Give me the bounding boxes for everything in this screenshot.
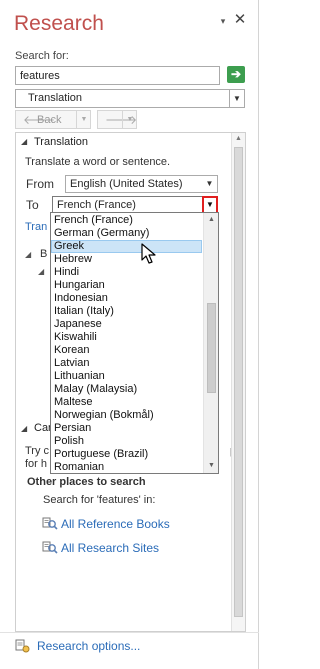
research-source-value: Translation [28,92,83,104]
scroll-up-icon[interactable]: ▲ [204,213,218,227]
language-option[interactable]: Maltese [51,396,202,409]
try-text: Try c [25,445,50,457]
language-option[interactable]: Korean [51,344,202,357]
results-scrollbar[interactable]: ▲ [231,133,245,631]
scroll-down-icon[interactable]: ▼ [204,459,218,473]
search-for-label: Search for 'features' in: [43,494,156,506]
language-option[interactable]: Polish [51,435,202,448]
forward-dropdown-icon[interactable]: ▼ [122,111,137,128]
pane-options-icon[interactable]: ▾ [218,16,228,26]
navigation-bar: 🡐 Back ▼ 🡒 ▼ [15,110,245,130]
collapse-triangle-icon[interactable]: ◢ [38,267,44,276]
language-option[interactable]: Indonesian [51,292,202,305]
research-source-select[interactable]: Translation ▼ [15,89,245,108]
research-options-link[interactable]: Research options... [37,639,140,653]
other-places-heading: Other places to search [27,476,146,488]
divider [0,632,259,633]
scrollbar-thumb[interactable] [234,147,243,617]
language-option[interactable]: Portuguese (Brazil) [51,448,202,461]
close-icon[interactable]: ✕ [233,12,247,27]
collapse-triangle-icon[interactable]: ◢ [21,137,27,146]
language-option[interactable]: Hebrew [51,253,202,266]
pane-title: Research [14,12,104,35]
language-option[interactable]: Persian [51,422,202,435]
translation-options-link[interactable]: Tran [25,221,47,233]
back-button[interactable]: 🡐 Back ▼ [15,110,91,129]
scroll-up-icon[interactable]: ▲ [232,133,245,145]
language-option[interactable]: French (France) [51,214,202,227]
search-input[interactable] [15,66,220,85]
research-search-icon [42,541,58,554]
back-label: Back [37,114,62,126]
back-dropdown-icon[interactable]: ▼ [76,111,91,128]
try-text-line2: for h [25,458,48,470]
dropdown-scrollbar[interactable]: ▲ ▼ [203,213,218,473]
chevron-down-icon[interactable]: ▼ [229,90,244,107]
to-language-value: French (France) [57,199,136,211]
translation-section-title[interactable]: Translation [34,136,88,148]
forward-button[interactable]: 🡒 ▼ [97,110,137,129]
language-option[interactable]: Italian (Italy) [51,305,202,318]
language-option[interactable]: Latvian [51,357,202,370]
translation-description: Translate a word or sentence. [25,156,171,168]
bilingual-dictionary-label: B [40,248,48,260]
research-options-icon [15,639,30,653]
all-research-sites-link[interactable]: All Research Sites [61,541,159,555]
language-option[interactable]: Greek [51,240,202,253]
search-label: Search for: [15,50,69,62]
language-dropdown-list[interactable]: French (France) German (Germany) Greek Hebr… [50,212,219,474]
chevron-down-icon[interactable]: ▼ [202,176,217,192]
collapse-triangle-icon[interactable]: ◢ [21,424,27,433]
from-label: From [26,177,54,191]
from-language-value: English (United States) [70,178,183,190]
language-option[interactable]: Norwegian (Bokmål) [51,409,202,422]
research-search-icon [42,517,58,530]
to-label: To [26,198,39,212]
language-option[interactable]: Japanese [51,318,202,331]
language-option[interactable]: Romanian [51,461,202,473]
language-option[interactable]: Hindi [51,266,202,279]
language-option[interactable]: Hungarian [51,279,202,292]
scrollbar-thumb[interactable] [207,303,216,393]
from-language-select[interactable]: English (United States) ▼ [65,175,218,193]
language-option[interactable]: Malay (Malaysia) [51,383,202,396]
mouse-pointer-icon [141,243,156,264]
start-search-button[interactable]: ➔ [227,66,245,83]
all-reference-books-link[interactable]: All Reference Books [61,517,170,531]
language-option[interactable]: Kiswahili [51,331,202,344]
language-option[interactable]: Lithuanian [51,370,202,383]
language-option[interactable]: German (Germany) [51,227,202,240]
research-pane: Research ▾ ✕ Search for: ➔ Translation ▼… [0,0,259,669]
collapse-triangle-icon[interactable]: ◢ [25,250,31,259]
